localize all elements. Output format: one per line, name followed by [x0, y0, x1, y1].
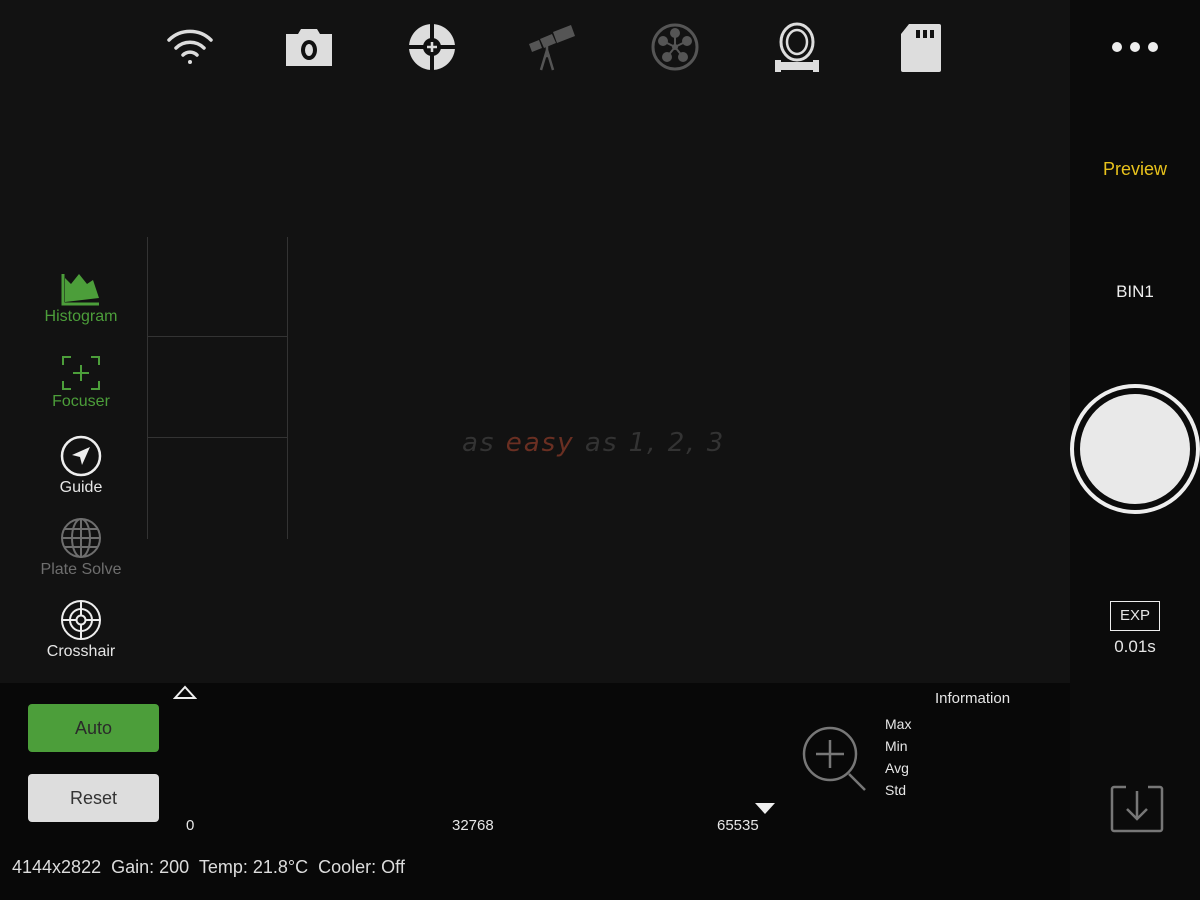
info-min: Min: [885, 738, 908, 754]
auto-button[interactable]: Auto: [28, 704, 159, 752]
focuser-icon[interactable]: [772, 22, 822, 72]
grid-line: [147, 437, 288, 438]
exposure-value[interactable]: 0.01s: [1070, 637, 1200, 657]
sidebar-item-label: Histogram: [44, 308, 118, 325]
sidebar-item-label: Focuser: [52, 393, 110, 410]
crosshair-icon: [61, 600, 101, 640]
zoom-in-icon[interactable]: [802, 726, 870, 792]
wifi-icon[interactable]: [165, 22, 215, 72]
grid-line: [287, 237, 288, 539]
status-temp: Temp: 21.8°C: [198, 857, 309, 877]
bin-button[interactable]: BIN1: [1070, 282, 1200, 302]
sidebar-item-label: Crosshair: [46, 643, 116, 660]
info-max: Max: [885, 716, 912, 732]
info-std: Std: [885, 782, 907, 798]
watermark: as easy as 1, 2, 3: [462, 428, 726, 458]
grid-line: [147, 336, 288, 337]
sidebar-item-plate-solve[interactable]: Plate Solve: [20, 517, 142, 579]
information-title: Information: [935, 690, 1011, 707]
reset-button[interactable]: Reset: [28, 774, 159, 822]
guide-target-icon[interactable]: [407, 22, 457, 72]
status-gain: Gain: 200: [111, 857, 190, 877]
sidebar-item-histogram[interactable]: Histogram: [20, 272, 142, 326]
sidebar-item-focuser[interactable]: Focuser: [20, 355, 142, 411]
camera-icon[interactable]: [284, 22, 334, 72]
shutter-button[interactable]: [1070, 384, 1200, 514]
navigation-icon: [60, 435, 102, 477]
image-viewport[interactable]: [0, 0, 1070, 683]
status-cooler: Cooler: Off: [318, 857, 405, 877]
tick-label: 0: [186, 817, 195, 834]
tick-label: 65535: [717, 817, 759, 834]
exposure-label[interactable]: EXP: [1110, 601, 1160, 631]
tick-label: 32768: [452, 817, 494, 834]
black-point-slider[interactable]: [173, 685, 197, 700]
shutter-inner: [1080, 394, 1190, 504]
globe-icon: [61, 518, 101, 558]
download-icon[interactable]: [1110, 785, 1164, 833]
info-avg: Avg: [885, 760, 909, 776]
sidebar-item-label: Plate Solve: [40, 561, 122, 578]
grid-line: [147, 237, 148, 539]
sd-card-icon[interactable]: [895, 22, 945, 72]
histogram-icon: [61, 274, 99, 306]
status-bar: 4144x2822 Gain: 200 Temp: 21.8°C Cooler:…: [12, 857, 405, 878]
filter-wheel-icon[interactable]: [650, 22, 700, 72]
sidebar-item-label: Guide: [59, 479, 103, 496]
status-resolution: 4144x2822: [12, 857, 102, 877]
white-point-slider[interactable]: [754, 802, 776, 815]
focus-frame-icon: [62, 356, 100, 390]
sidebar-item-guide[interactable]: Guide: [20, 435, 142, 497]
more-icon[interactable]: [1110, 40, 1160, 54]
preview-mode-button[interactable]: Preview: [1070, 159, 1200, 180]
sidebar-item-crosshair[interactable]: Crosshair: [20, 599, 142, 661]
telescope-icon[interactable]: [527, 22, 577, 72]
